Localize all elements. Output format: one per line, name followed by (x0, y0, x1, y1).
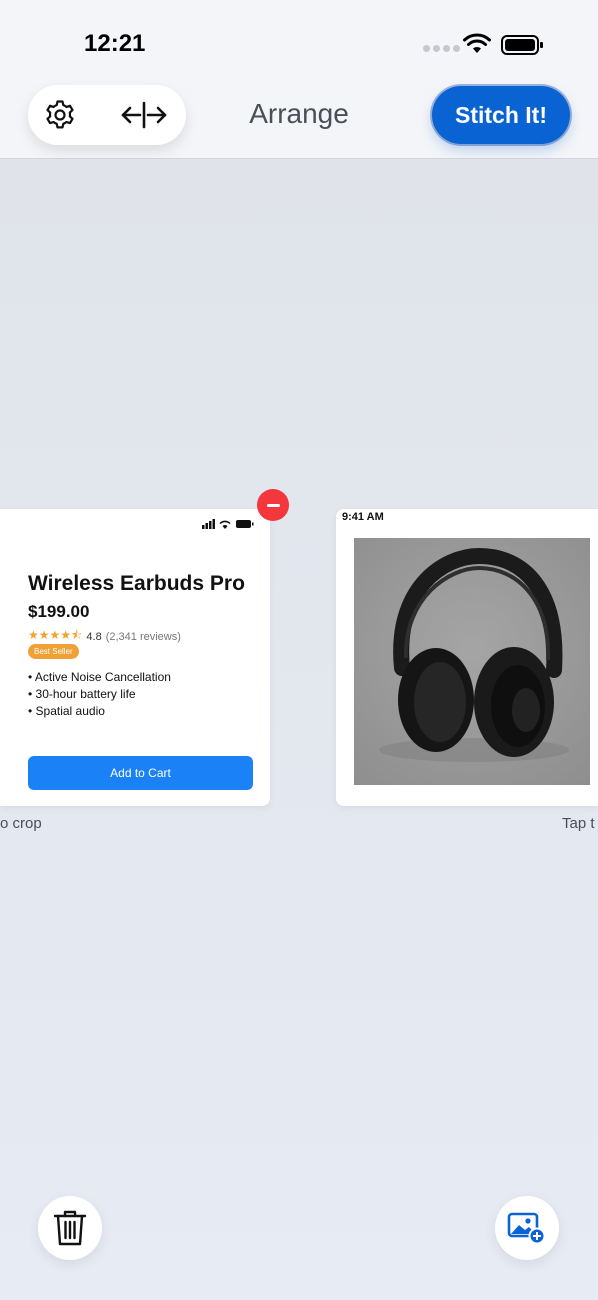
review-count: (2,341 reviews) (105, 630, 181, 643)
tap-hint-text: Tap t (562, 815, 595, 832)
crop-hint-text: o crop (0, 815, 42, 832)
delete-button[interactable] (38, 1196, 102, 1260)
toolbar-pill (28, 85, 186, 145)
status-bar: 12:21 (0, 0, 598, 74)
nav-bar: Arrange Stitch It! (0, 74, 598, 159)
mini-status-icons (202, 519, 254, 529)
stitch-button[interactable]: Stitch It! (432, 86, 570, 144)
bestseller-badge: Best Seller (28, 644, 79, 659)
feature-list: • Active Noise Cancellation • 30-hour ba… (28, 669, 171, 720)
split-arrows-icon[interactable] (120, 101, 168, 129)
headphones-photo (354, 538, 590, 785)
feature-item: • Spatial audio (28, 704, 105, 718)
screenshot-card-1[interactable]: Wireless Earbuds Pro $199.00 ★★★★⯪ 4.8 (… (0, 509, 270, 806)
product-title: Wireless Earbuds Pro (28, 572, 245, 595)
product-price: $199.00 (28, 602, 90, 621)
gear-icon[interactable] (44, 99, 76, 131)
feature-item: • Active Noise Cancellation (28, 670, 171, 684)
remove-card-button[interactable] (257, 489, 289, 521)
add-to-cart-button: Add to Cart (28, 756, 253, 790)
add-photo-icon (507, 1212, 546, 1245)
battery-icon (501, 35, 543, 55)
screenshot-card-2[interactable]: 9:41 AM (336, 509, 598, 806)
add-photo-button[interactable] (495, 1196, 559, 1260)
feature-item: • 30-hour battery life (28, 687, 136, 701)
status-time: 12:21 (84, 30, 146, 57)
trash-icon (53, 1210, 87, 1246)
signal-icon (423, 45, 460, 52)
mini-status-time: 9:41 AM (342, 511, 384, 523)
headphones-image (379, 547, 569, 762)
wifi-icon (463, 33, 491, 53)
minus-icon (266, 503, 280, 507)
rating-value: 4.8 (86, 630, 102, 643)
